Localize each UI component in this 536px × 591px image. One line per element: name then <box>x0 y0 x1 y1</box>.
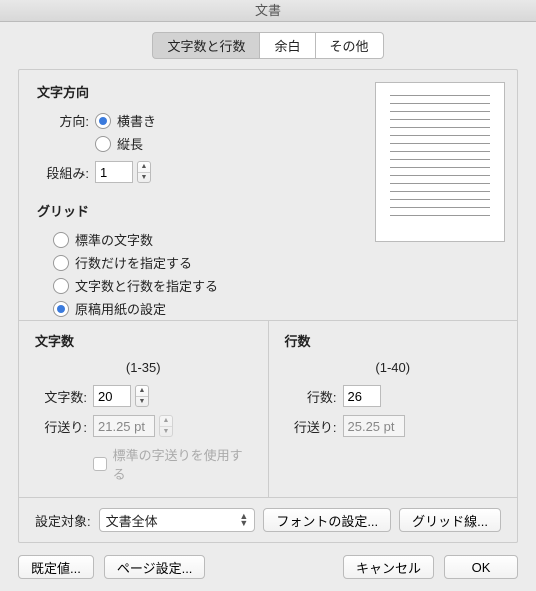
radio-grid-manuscript-label: 原稿用紙の設定 <box>75 299 166 318</box>
apply-to-label: 設定対象: <box>35 511 91 530</box>
tab-other[interactable]: その他 <box>316 32 384 59</box>
chars-range: (1-35) <box>35 360 252 375</box>
ok-button[interactable]: OK <box>444 555 518 579</box>
radio-horizontal-label: 横書き <box>117 111 156 130</box>
tab-bar: 文字数と行数 余白 その他 <box>18 32 518 59</box>
chars-pitch-input <box>93 415 155 437</box>
radio-grid-chars-lines-label: 文字数と行数を指定する <box>75 276 218 295</box>
radio-grid-manuscript[interactable] <box>53 301 69 317</box>
radio-grid-lines-label: 行数だけを指定する <box>75 253 192 272</box>
gridlines-button[interactable]: グリッド線... <box>399 508 501 532</box>
apply-to-value: 文書全体 <box>106 511 158 530</box>
lines-pitch-input <box>343 415 405 437</box>
chars-count-stepper[interactable]: ▲▼ <box>135 385 149 407</box>
apply-to-select[interactable]: 文書全体 ▲▼ <box>99 508 256 532</box>
lines-pitch-label: 行送り: <box>285 417 337 436</box>
radio-vertical-label: 縦長 <box>117 134 143 153</box>
cancel-button[interactable]: キャンセル <box>343 555 434 579</box>
direction-label: 方向: <box>37 111 89 130</box>
radio-grid-default-label: 標準の文字数 <box>75 230 153 249</box>
columns-label: 段組み: <box>37 163 89 182</box>
page-setup-button[interactable]: ページ設定... <box>104 555 206 579</box>
window-title: 文書 <box>0 0 536 22</box>
use-default-pitch-label: 標準の字送りを使用する <box>113 445 252 483</box>
chars-heading: 文字数 <box>35 331 252 350</box>
chars-pitch-label: 行送り: <box>35 417 87 436</box>
columns-stepper[interactable]: ▲▼ <box>137 161 151 183</box>
lines-range: (1-40) <box>285 360 502 375</box>
radio-grid-chars-lines[interactable] <box>53 278 69 294</box>
default-button[interactable]: 既定値... <box>18 555 94 579</box>
use-default-pitch-checkbox <box>93 457 107 471</box>
tab-chars-lines[interactable]: 文字数と行数 <box>152 32 259 59</box>
font-settings-button[interactable]: フォントの設定... <box>263 508 391 532</box>
lines-count-label: 行数: <box>285 387 337 406</box>
chars-pitch-stepper: ▲▼ <box>159 415 173 437</box>
radio-horizontal[interactable] <box>95 113 111 129</box>
chevron-updown-icon: ▲▼ <box>239 513 248 527</box>
chars-count-input[interactable] <box>93 385 131 407</box>
lines-count-input[interactable] <box>343 385 381 407</box>
chars-count-label: 文字数: <box>35 387 87 406</box>
columns-input[interactable] <box>95 161 133 183</box>
tab-margins[interactable]: 余白 <box>259 32 315 59</box>
radio-grid-default[interactable] <box>53 232 69 248</box>
radio-grid-lines[interactable] <box>53 255 69 271</box>
lines-heading: 行数 <box>285 331 502 350</box>
radio-vertical[interactable] <box>95 136 111 152</box>
page-preview <box>375 82 505 242</box>
